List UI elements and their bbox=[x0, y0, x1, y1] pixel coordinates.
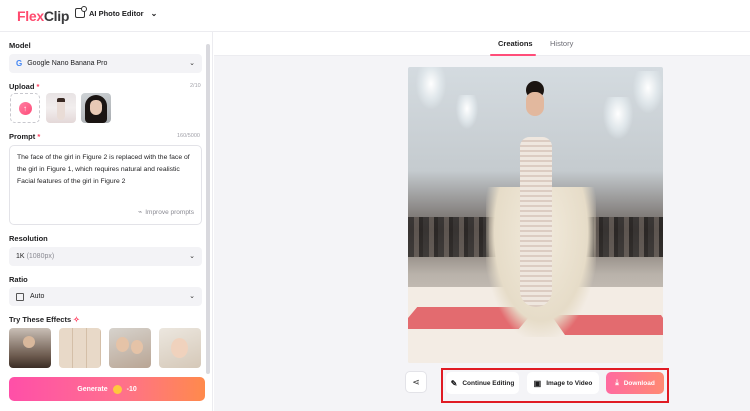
download-label: Download bbox=[623, 379, 655, 387]
chevron-down-icon: ⌄ bbox=[150, 8, 158, 18]
upload-count: 2/10 bbox=[190, 83, 201, 89]
logo-text-clip: Clip bbox=[43, 8, 70, 24]
chevron-down-icon: ⌄ bbox=[189, 60, 195, 67]
effect-thumbnail-3[interactable] bbox=[109, 328, 151, 368]
effect-thumbnail-4[interactable] bbox=[159, 328, 201, 368]
settings-panel: Model G Google Nano Banana Pro ⌄ Upload … bbox=[0, 32, 213, 411]
effect-face bbox=[116, 337, 129, 352]
aspect-ratio-icon bbox=[16, 292, 24, 301]
tool-name: AI Photo Editor bbox=[89, 8, 144, 18]
resolution-value: 1K bbox=[16, 253, 25, 260]
logo-text-flex: Flex bbox=[17, 8, 44, 24]
sparkle-icon: ✧ bbox=[73, 315, 80, 324]
generated-image[interactable] bbox=[408, 67, 663, 363]
uploaded-image-1[interactable] bbox=[46, 93, 76, 123]
image-to-video-label: Image to Video bbox=[546, 379, 593, 387]
result-tabs: Creations History bbox=[214, 32, 750, 56]
photo-editor-icon bbox=[75, 6, 87, 18]
chandelier bbox=[456, 95, 478, 129]
tab-creations[interactable]: Creations bbox=[498, 39, 533, 48]
effect-face bbox=[171, 338, 188, 358]
thumbnail-face bbox=[90, 100, 102, 115]
upload-label-text: Upload bbox=[9, 82, 35, 91]
effect-thumbnail-1[interactable] bbox=[9, 328, 51, 368]
upload-label: Upload * bbox=[9, 82, 39, 91]
chandelier bbox=[416, 67, 446, 109]
resolution-select[interactable]: 1K (1080px) ⌄ bbox=[9, 247, 202, 266]
active-tab-indicator bbox=[490, 54, 536, 56]
chandelier bbox=[603, 97, 633, 139]
model-label: Model bbox=[9, 41, 31, 50]
uploaded-image-2[interactable] bbox=[81, 93, 111, 123]
effect-face bbox=[131, 340, 143, 354]
credit-coin-icon bbox=[112, 384, 122, 394]
continue-editing-button[interactable]: ✎ Continue Editing bbox=[446, 372, 519, 394]
tool-selector[interactable]: AI Photo Editor ⌄ bbox=[75, 6, 158, 18]
chevron-down-icon: ⌄ bbox=[189, 293, 195, 300]
required-marker: * bbox=[36, 82, 40, 91]
share-icon: ⋖ bbox=[412, 376, 420, 387]
photo-dress bbox=[520, 137, 552, 307]
chandelier bbox=[633, 71, 663, 113]
image-to-video-button[interactable]: ▣ Image to Video bbox=[527, 372, 599, 394]
photo-face bbox=[526, 92, 544, 116]
effects-label: Try These Effects ✧ bbox=[9, 315, 80, 324]
preview-area: Creations History ⋖ ✎ Continue Editing ▣… bbox=[214, 32, 750, 411]
improve-prompts-button[interactable]: ⌁ Improve prompts bbox=[138, 207, 194, 219]
panel-scrollbar[interactable] bbox=[206, 44, 210, 374]
effect-face bbox=[23, 336, 35, 348]
generate-cost: -10 bbox=[126, 385, 137, 393]
prompt-textarea[interactable]: The face of the girl in Figure 2 is repl… bbox=[9, 145, 202, 225]
upload-icon: ↑ bbox=[18, 101, 32, 115]
generate-button[interactable]: Generate -10 bbox=[9, 377, 205, 401]
resolution-label: Resolution bbox=[9, 234, 48, 243]
prompt-count: 160/5000 bbox=[177, 133, 200, 139]
magic-wand-icon: ⌁ bbox=[138, 209, 143, 216]
download-button[interactable]: ⤓ Download bbox=[606, 372, 664, 394]
improve-label: Improve prompts bbox=[145, 209, 194, 216]
thumbnail-figure bbox=[57, 98, 65, 120]
chevron-down-icon: ⌄ bbox=[189, 253, 195, 260]
video-icon: ▣ bbox=[533, 378, 542, 388]
effect-thumbnail-2[interactable] bbox=[59, 328, 101, 368]
upload-button[interactable]: ↑ bbox=[10, 93, 40, 123]
ratio-value: Auto bbox=[30, 293, 45, 300]
resolution-detail: (1080px) bbox=[26, 253, 55, 260]
flexclip-logo[interactable]: Flex Clip bbox=[17, 8, 69, 24]
share-button[interactable]: ⋖ bbox=[405, 371, 427, 393]
app-window: Flex Clip AI Photo Editor ⌄ Model G Googl… bbox=[0, 0, 750, 411]
prompt-label: Prompt * bbox=[9, 132, 40, 141]
model-select[interactable]: G Google Nano Banana Pro ⌄ bbox=[9, 54, 202, 73]
prompt-label-text: Prompt bbox=[9, 132, 36, 141]
google-icon: G bbox=[16, 59, 23, 68]
pencil-icon: ✎ bbox=[450, 378, 458, 388]
download-icon: ⤓ bbox=[615, 378, 619, 387]
ratio-select[interactable]: Auto ⌄ bbox=[9, 287, 202, 306]
effects-label-text: Try These Effects bbox=[9, 315, 72, 324]
tab-history[interactable]: History bbox=[550, 39, 573, 48]
generate-label: Generate bbox=[77, 385, 108, 393]
top-header: Flex Clip AI Photo Editor ⌄ bbox=[0, 0, 750, 32]
required-marker: * bbox=[37, 132, 41, 141]
continue-editing-label: Continue Editing bbox=[462, 379, 515, 387]
prompt-text: The face of the girl in Figure 2 is repl… bbox=[17, 154, 190, 185]
model-value: Google Nano Banana Pro bbox=[27, 60, 108, 67]
ratio-label: Ratio bbox=[9, 275, 28, 284]
